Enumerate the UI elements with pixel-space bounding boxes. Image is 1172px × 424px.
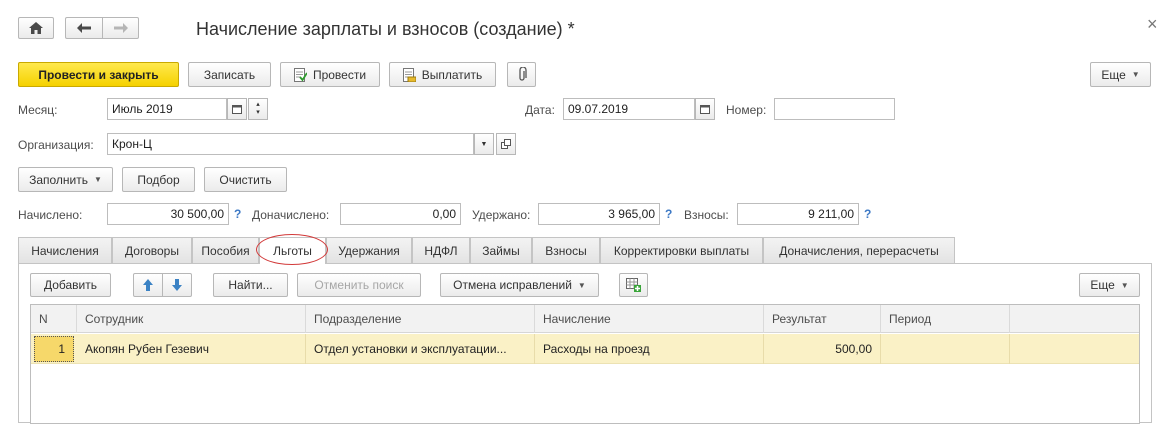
month-calendar-button[interactable] xyxy=(227,98,247,120)
tab-ndfl[interactable]: НДФЛ xyxy=(412,237,470,263)
withheld-label: Удержано: xyxy=(472,208,531,222)
tab-contracts[interactable]: Договоры xyxy=(112,237,192,263)
withheld-help-icon[interactable]: ? xyxy=(665,207,672,221)
tab-benefits[interactable]: Пособия xyxy=(192,237,259,263)
table-row[interactable]: 1 Акопян Рубен Гезевич Отдел установки и… xyxy=(31,334,1139,364)
back-arrow-icon xyxy=(77,23,91,33)
number-label: Номер: xyxy=(726,103,767,117)
column-header-accrual[interactable]: Начисление xyxy=(535,305,764,333)
contrib-field: 9 211,00 xyxy=(737,203,859,225)
post-and-close-button[interactable]: Провести и закрыть xyxy=(18,62,179,87)
arrow-up-icon xyxy=(143,279,153,291)
cancel-fixes-label: Отмена исправлений xyxy=(453,278,572,292)
select-button[interactable]: Подбор xyxy=(122,167,195,192)
date-label: Дата: xyxy=(525,103,555,117)
table-header: N Сотрудник Подразделение Начисление Рез… xyxy=(31,305,1139,333)
additional-label: Доначислено: xyxy=(252,208,330,222)
column-header-result[interactable]: Результат xyxy=(764,305,881,333)
tab-loans[interactable]: Займы xyxy=(470,237,532,263)
write-button[interactable]: Записать xyxy=(188,62,271,87)
post-button[interactable]: Провести xyxy=(280,62,380,87)
more-button-label: Еще xyxy=(1101,67,1126,82)
stepper-down-icon: ▾ xyxy=(256,109,260,116)
column-header-employee[interactable]: Сотрудник xyxy=(77,305,306,333)
table-add-icon xyxy=(626,278,641,292)
chevron-down-icon: ▼ xyxy=(94,175,102,184)
table-more-label: Еще xyxy=(1090,278,1115,292)
more-button[interactable]: Еще ▼ xyxy=(1090,62,1151,87)
find-button[interactable]: Найти... xyxy=(213,273,288,297)
pay-button[interactable]: Выплатить xyxy=(389,62,496,87)
pay-document-icon xyxy=(402,67,416,82)
chevron-down-icon: ▼ xyxy=(1131,70,1140,79)
org-open-button[interactable] xyxy=(496,133,516,155)
add-button[interactable]: Добавить xyxy=(30,273,111,297)
column-header-n[interactable]: N xyxy=(31,305,77,333)
chevron-down-icon: ▼ xyxy=(577,280,586,290)
paperclip-icon xyxy=(517,67,527,82)
tab-privileges[interactable]: Льготы xyxy=(259,237,326,264)
move-up-button[interactable] xyxy=(133,273,163,297)
column-header-department[interactable]: Подразделение xyxy=(306,305,535,333)
calendar-icon xyxy=(700,104,710,114)
column-header-period[interactable]: Период xyxy=(881,305,1010,333)
post-document-icon xyxy=(293,67,307,82)
row-number-cell[interactable]: 1 xyxy=(34,336,74,362)
employee-cell[interactable]: Акопян Рубен Гезевич xyxy=(77,334,306,364)
move-down-button[interactable] xyxy=(162,273,192,297)
arrow-down-icon xyxy=(172,279,182,291)
department-cell[interactable]: Отдел установки и эксплуатации... xyxy=(306,334,535,364)
accrued-help-icon[interactable]: ? xyxy=(234,207,241,221)
org-label: Организация: xyxy=(18,138,94,152)
add-table-row-button[interactable] xyxy=(619,273,648,297)
result-cell[interactable]: 500,00 xyxy=(764,334,881,364)
table-more-button[interactable]: Еще ▼ xyxy=(1079,273,1140,297)
chevron-down-icon: ▼ xyxy=(1120,280,1129,290)
open-form-icon xyxy=(501,139,511,149)
month-stepper[interactable]: ▴ ▾ xyxy=(248,98,268,120)
home-icon xyxy=(29,22,43,34)
back-button[interactable] xyxy=(65,17,102,39)
tab-deductions[interactable]: Удержания xyxy=(326,237,412,263)
fill-button[interactable]: Заполнить ▼ xyxy=(18,167,113,192)
period-cell[interactable] xyxy=(881,334,1010,364)
post-button-label: Провести xyxy=(312,67,367,82)
accrued-label: Начислено: xyxy=(18,208,83,222)
close-icon[interactable]: × xyxy=(1147,14,1158,35)
accrued-field: 30 500,00 xyxy=(107,203,229,225)
tab-contributions[interactable]: Взносы xyxy=(532,237,600,263)
forward-button[interactable] xyxy=(102,17,139,39)
attach-button[interactable] xyxy=(507,62,536,87)
additional-field: 0,00 xyxy=(340,203,461,225)
cancel-search-button[interactable]: Отменить поиск xyxy=(297,273,421,297)
calendar-icon xyxy=(232,104,242,114)
chevron-down-icon: ▼ xyxy=(480,140,488,148)
org-field[interactable]: Крон-Ц xyxy=(107,133,474,155)
privileges-table[interactable]: N Сотрудник Подразделение Начисление Рез… xyxy=(30,304,1140,424)
tab-payment-corrections[interactable]: Корректировки выплаты xyxy=(600,237,763,263)
withheld-field: 3 965,00 xyxy=(538,203,660,225)
accrual-cell[interactable]: Расходы на проезд xyxy=(535,334,764,364)
number-field[interactable] xyxy=(774,98,895,120)
window-title: Начисление зарплаты и взносов (создание)… xyxy=(196,19,575,39)
clear-button[interactable]: Очистить xyxy=(204,167,287,192)
fill-button-label: Заполнить xyxy=(29,172,88,187)
cancel-fixes-button[interactable]: Отмена исправлений ▼ xyxy=(440,273,599,297)
org-dropdown-button[interactable]: ▼ xyxy=(474,133,494,155)
pay-button-label: Выплатить xyxy=(421,67,483,82)
home-button[interactable] xyxy=(18,17,54,39)
tab-accruals[interactable]: Начисления xyxy=(18,237,112,263)
month-field[interactable]: Июль 2019 xyxy=(107,98,227,120)
contrib-label: Взносы: xyxy=(684,208,729,222)
forward-arrow-icon xyxy=(113,23,128,33)
stepper-up-icon: ▴ xyxy=(256,101,260,108)
month-label: Месяц: xyxy=(18,103,58,117)
date-field[interactable]: 09.07.2019 xyxy=(563,98,695,120)
tab-recalculations[interactable]: Доначисления, перерасчеты xyxy=(763,237,955,263)
date-calendar-button[interactable] xyxy=(695,98,715,120)
contrib-help-icon[interactable]: ? xyxy=(864,207,871,221)
